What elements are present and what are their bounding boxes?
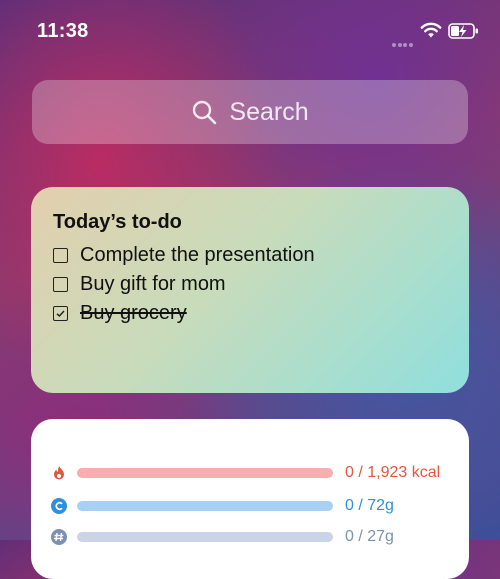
fat-row: 0 / 27g	[51, 528, 394, 546]
checkbox-unchecked-icon[interactable]	[53, 248, 68, 263]
todo-widget[interactable]: Today’s to-do Complete the presentation …	[31, 187, 469, 393]
todo-item[interactable]: Complete the presentation	[53, 244, 315, 267]
status-time: 11:38	[37, 20, 89, 42]
carbs-row: 0 / 72g	[51, 497, 394, 515]
flame-icon	[51, 465, 67, 481]
todo-item[interactable]: Buy gift for mom	[53, 273, 226, 296]
todo-item[interactable]: Buy grocery	[53, 302, 187, 325]
wifi-icon	[420, 22, 442, 38]
calories-value: 0 / 1,923 kcal	[345, 464, 441, 481]
battery-charging-icon	[448, 23, 478, 39]
calories-progress-bar	[77, 468, 333, 478]
search-icon	[193, 100, 217, 125]
carbs-icon	[51, 498, 67, 514]
todo-item-label: Complete the presentation	[80, 244, 315, 266]
carbs-value: 0 / 72g	[345, 497, 394, 514]
todo-title: Today’s to-do	[53, 211, 182, 233]
search-bar[interactable]: Search	[32, 80, 468, 144]
status-bar: 11:38	[0, 0, 500, 60]
todo-item-label: Buy gift for mom	[80, 273, 226, 295]
cellular-signal-icon	[392, 34, 414, 52]
carbs-progress-bar	[77, 501, 333, 511]
fat-value: 0 / 27g	[345, 528, 394, 545]
fat-icon	[51, 529, 67, 545]
fat-progress-bar	[77, 532, 333, 542]
calories-row: 0 / 1,923 kcal	[51, 464, 440, 482]
search-placeholder: Search	[229, 97, 309, 126]
todo-item-label: Buy grocery	[80, 302, 187, 324]
checkbox-unchecked-icon[interactable]	[53, 277, 68, 292]
nutrition-widget[interactable]: 0 / 1,923 kcal 0 / 72g 0 / 27g	[31, 419, 469, 579]
checkbox-checked-icon[interactable]	[53, 306, 68, 321]
